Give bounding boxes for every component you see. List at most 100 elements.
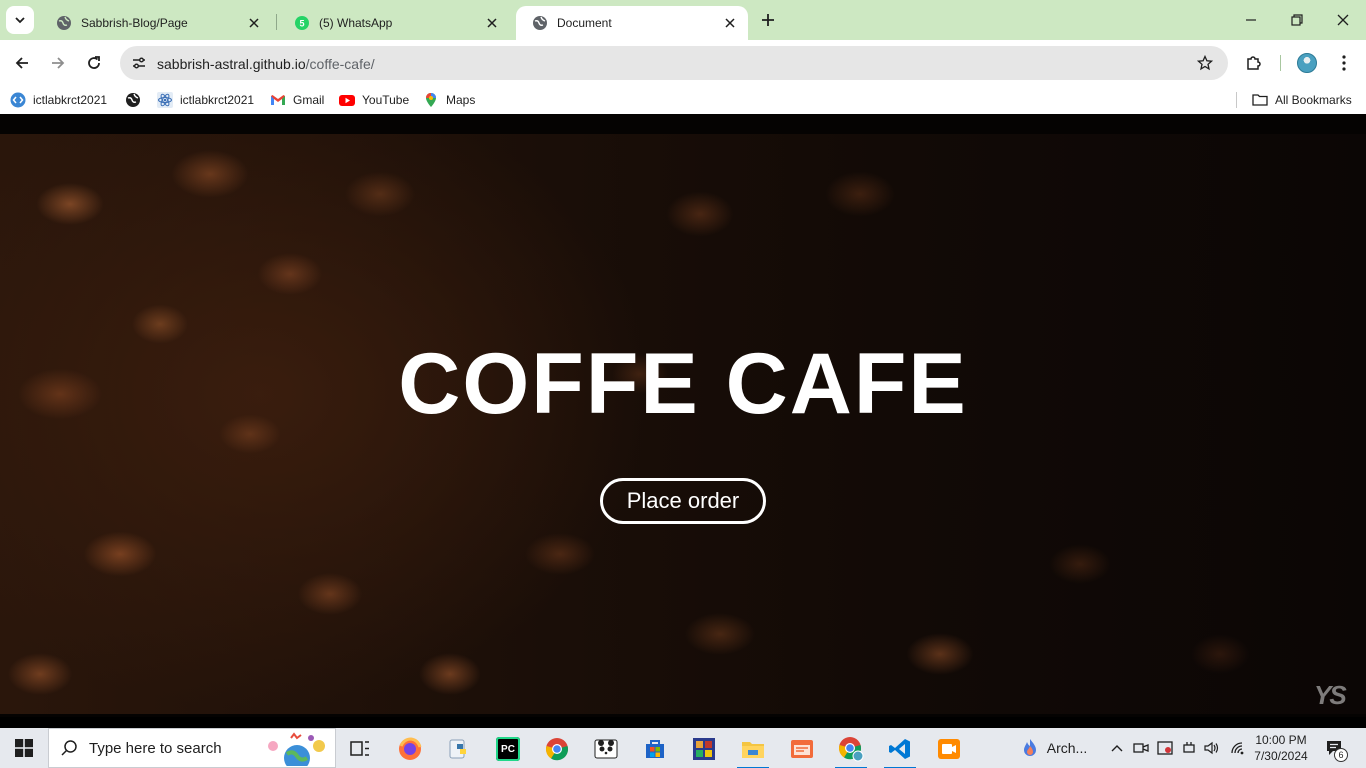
back-button[interactable] [8,49,36,77]
app-window-icon [791,740,813,758]
taskbar-game-app[interactable] [684,732,724,766]
folder-icon [742,742,764,758]
forward-button[interactable] [44,49,72,77]
bookmark-label: ictlabkrct2021 [33,93,108,107]
plus-icon [762,14,774,26]
flame-app-icon [1023,739,1036,756]
youtube-icon [339,92,355,108]
tab-sabbrish-blog[interactable]: Sabbrish-Blog/Page [40,6,272,40]
chevron-down-icon [15,17,25,24]
menu-button[interactable] [1330,49,1358,77]
taskbar-chrome[interactable] [537,732,577,766]
taskbar-recorder-app[interactable] [929,732,969,766]
gmail-icon [270,92,286,108]
all-bookmarks-label: All Bookmarks [1275,93,1352,107]
bookmark-label: YouTube [362,93,410,107]
arrow-right-icon [52,57,65,69]
place-order-button[interactable]: Place order [600,478,766,524]
tray-meet-now[interactable] [1131,728,1151,768]
watermark-logo: YS [1314,680,1347,710]
minimize-button[interactable] [1228,0,1274,40]
bookmarks-divider [1236,92,1237,108]
kebab-menu-icon [1342,55,1346,71]
chrome-icon [545,738,569,761]
taskbar-search[interactable]: Type here to search [48,728,336,768]
python-icon [449,739,466,759]
taskbar-firefox[interactable] [390,732,430,766]
tray-network-status[interactable] [1179,728,1199,768]
url-text[interactable]: sabbrish-astral.github.io/coffe-cafe/ [157,56,375,72]
taskbar-app-window[interactable] [782,732,822,766]
avatar [1297,53,1317,73]
taskbar-file-explorer[interactable] [733,732,773,768]
taskbar-pycharm[interactable]: PC [488,732,528,766]
wifi-icon [1231,742,1244,755]
globe-icon [125,92,141,108]
close-icon[interactable] [722,15,738,31]
tray-wifi[interactable] [1228,728,1248,768]
taskbar-panda-app[interactable] [586,732,626,766]
chrome-profile-icon [838,737,864,762]
taskbar-microsoft-store[interactable] [635,732,675,766]
bookmark-gmail[interactable]: Gmail [270,91,324,109]
restore-button[interactable] [1274,0,1320,40]
tab-whatsapp[interactable]: 5 (5) WhatsApp [278,6,510,40]
task-view-icon [350,741,369,756]
store-icon [646,740,664,758]
start-button[interactable] [0,728,48,768]
address-bar[interactable]: sabbrish-astral.github.io/coffe-cafe/ [120,46,1228,80]
taskbar-running-arch[interactable]: Arch... [1012,728,1096,768]
game-icon [693,738,715,760]
bookmark-maps[interactable]: Maps [423,91,475,109]
taskbar-chrome-active[interactable] [831,732,871,768]
web-page: COFFE CAFE Place order YS [0,114,1366,717]
react-icon [157,92,173,108]
bookmark-youtube[interactable]: YouTube [339,91,409,109]
close-icon[interactable] [484,15,500,31]
vscode-icon [889,739,910,759]
taskbar-clock[interactable]: 10:00 PM 7/30/2024 [1248,732,1314,764]
hero-title: COFFE CAFE [398,336,968,432]
close-window-button[interactable] [1320,0,1366,40]
panda-icon [594,739,618,759]
reload-icon [88,56,100,69]
taskbar-python[interactable] [440,732,480,766]
close-icon[interactable] [246,15,262,31]
puzzle-icon [1247,56,1261,70]
arrow-left-icon [15,57,28,69]
task-view-button[interactable] [340,732,380,766]
new-tab-button[interactable] [756,8,780,32]
search-highlight-icon [261,732,331,768]
tray-volume[interactable] [1202,728,1222,768]
profile-button[interactable] [1293,49,1321,77]
tab-title: (5) WhatsApp [319,16,393,30]
folder-icon [1252,92,1268,108]
show-hidden-icons-button[interactable] [1108,728,1126,768]
restore-icon [1291,14,1303,26]
bookmark-globe[interactable] [125,91,148,109]
svg-text:5: 5 [299,19,304,29]
close-icon [1337,14,1349,26]
extensions-button[interactable] [1240,49,1268,77]
globe-icon [532,15,548,31]
all-bookmarks-button[interactable]: All Bookmarks [1252,91,1352,109]
bookmark-star-icon[interactable] [1194,52,1216,74]
whatsapp-icon: 5 [294,15,310,31]
taskbar-vs-code[interactable] [880,732,920,768]
tab-separator [276,14,277,30]
security-icon [1157,741,1173,755]
bookmarks-bar: ictlabkrct2021 ictlabkrct2021 Gmail YouT… [0,86,1366,114]
tab-search-button[interactable] [6,6,34,34]
tab-document[interactable]: Document [516,6,748,40]
tray-security[interactable] [1155,728,1175,768]
bookmark-ictlabkrct2021-react[interactable]: ictlabkrct2021 [157,91,254,109]
globe-icon [56,15,72,31]
reload-button[interactable] [80,49,108,77]
bookmark-label: ictlabkrct2021 [180,93,255,107]
bookmark-ictlabkrct2021-code[interactable]: ictlabkrct2021 [10,91,107,109]
site-settings-icon[interactable] [128,52,150,74]
action-center-button[interactable]: 6 [1322,736,1348,762]
maps-pin-icon [423,92,439,108]
bookmark-label: Maps [446,93,476,107]
running-app-label: Arch... [1046,740,1088,756]
